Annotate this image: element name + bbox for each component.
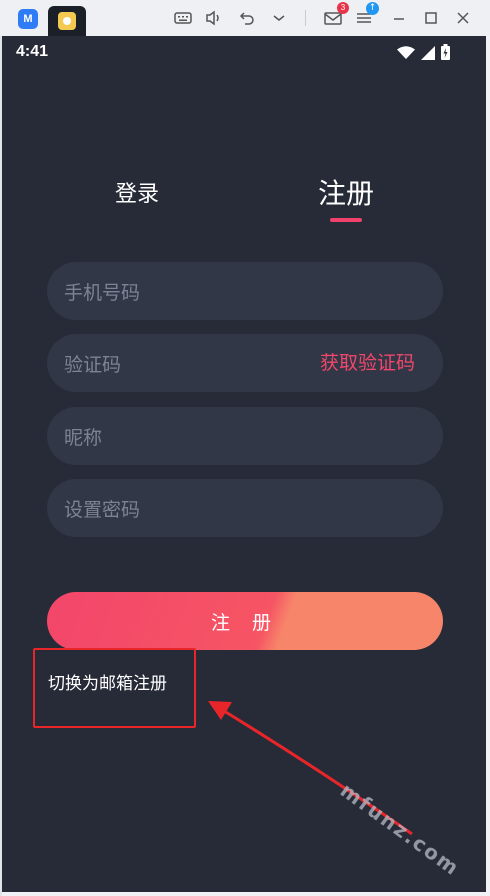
volume-icon[interactable] bbox=[203, 8, 225, 28]
keyboard-icon[interactable] bbox=[172, 8, 194, 28]
annotation-arrow bbox=[208, 701, 413, 836]
maximize-icon[interactable] bbox=[420, 8, 442, 28]
app-logo-icon: M bbox=[18, 9, 38, 29]
mail-badge: 3 bbox=[337, 2, 349, 14]
window-edge-right bbox=[486, 36, 490, 896]
chevron-down-icon[interactable] bbox=[268, 8, 290, 28]
toolbar-divider bbox=[305, 10, 306, 26]
update-badge: ↑ bbox=[366, 2, 379, 15]
close-icon[interactable] bbox=[452, 8, 474, 28]
app-tab-icon bbox=[58, 12, 76, 30]
phone-screen: 4:41 登录 注册 手机号码 验证码 获取验证码 昵称 设置密码 注 册 切换… bbox=[2, 36, 486, 892]
minimize-icon[interactable] bbox=[388, 8, 410, 28]
emulator-titlebar: M 3 ↑ bbox=[0, 0, 490, 36]
app-tab[interactable] bbox=[48, 6, 86, 36]
rotate-back-icon[interactable] bbox=[236, 8, 258, 28]
